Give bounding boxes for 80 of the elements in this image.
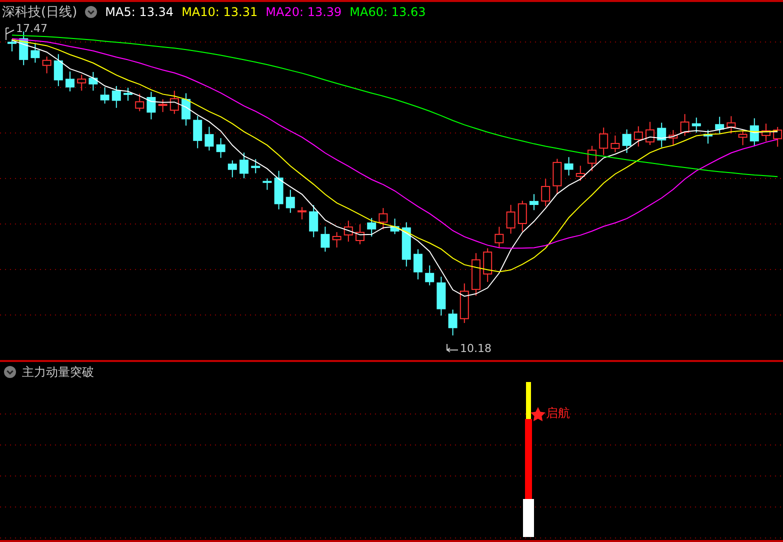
chevron-down-icon[interactable] <box>85 6 98 18</box>
candlestick <box>436 276 446 316</box>
candlestick <box>402 222 411 267</box>
candlestick <box>750 118 759 146</box>
candlestick <box>588 145 596 172</box>
stock-title: 深科技(日线) <box>2 4 78 21</box>
candlestick <box>414 248 422 280</box>
candlestick <box>390 218 400 235</box>
candlestick <box>77 74 86 92</box>
candlestick <box>66 70 74 92</box>
candlestick <box>19 31 28 66</box>
candlestick <box>460 282 469 324</box>
candlestick <box>610 135 620 153</box>
candlestick <box>124 87 132 102</box>
candlestick <box>228 160 237 178</box>
candlestick <box>564 156 574 176</box>
star-icon <box>530 407 546 422</box>
leader-line <box>446 344 458 352</box>
candlestick <box>240 152 248 179</box>
candlestick <box>726 116 736 134</box>
moving-average-label: MA10: 13.31 <box>182 5 258 19</box>
candlestick <box>541 178 550 207</box>
candlestick <box>100 86 110 104</box>
candlestick <box>704 129 712 144</box>
candlestick <box>356 224 364 245</box>
candlestick <box>204 126 214 151</box>
candlestick <box>251 158 260 174</box>
candlestick <box>216 138 226 158</box>
candlestick <box>309 204 318 238</box>
candlestick <box>262 178 272 190</box>
candlestick <box>668 130 678 146</box>
indicator-title: 主力动量突破 <box>22 364 94 380</box>
candlestick <box>8 38 16 52</box>
high-price-label: 17.47 <box>16 22 48 35</box>
candlestick <box>182 92 190 126</box>
candlestick <box>170 90 179 114</box>
candlestick <box>715 116 724 134</box>
candlestick <box>599 127 608 156</box>
candlestick <box>298 206 306 220</box>
candlestick <box>506 204 516 234</box>
candlestick <box>344 220 353 242</box>
candlestick <box>657 122 666 148</box>
candlestick <box>367 217 376 238</box>
candlestick <box>552 158 562 194</box>
candlestick <box>530 194 538 211</box>
candlestick <box>378 208 388 230</box>
leader-line <box>6 28 14 40</box>
candlestick <box>494 226 504 248</box>
candlestick <box>193 115 202 149</box>
candlestick <box>286 189 295 214</box>
candlestick <box>622 128 632 154</box>
candlestick <box>518 200 527 232</box>
candlestick <box>274 170 284 210</box>
moving-average-label: MA5: 13.34 <box>105 5 174 19</box>
moving-average-label: MA60: 13.63 <box>350 5 426 19</box>
candlestick <box>472 252 480 296</box>
candlestick <box>576 165 585 182</box>
candlestick <box>646 121 654 146</box>
candlestick <box>332 232 342 248</box>
candlestick <box>320 226 330 252</box>
signal-label: 启航 <box>546 405 570 422</box>
candlestick <box>88 71 98 92</box>
moving-average-label: MA20: 13.39 <box>266 5 342 19</box>
candlestick <box>762 123 770 142</box>
chevron-down-icon[interactable] <box>4 366 16 378</box>
candlestick <box>42 56 52 74</box>
candlestick <box>448 309 458 336</box>
candlestick <box>158 98 168 113</box>
candlestick <box>30 42 40 64</box>
candlestick <box>135 93 144 112</box>
candlestick <box>54 54 63 87</box>
candlestick <box>634 126 643 148</box>
candlestick <box>680 114 690 136</box>
low-price-label: 10.18 <box>460 342 492 355</box>
candlestick <box>738 130 748 146</box>
candlestick <box>692 117 701 134</box>
candlestick <box>425 264 434 286</box>
candlestick <box>146 91 156 120</box>
candlestick <box>483 248 492 282</box>
candlestick <box>112 86 121 108</box>
